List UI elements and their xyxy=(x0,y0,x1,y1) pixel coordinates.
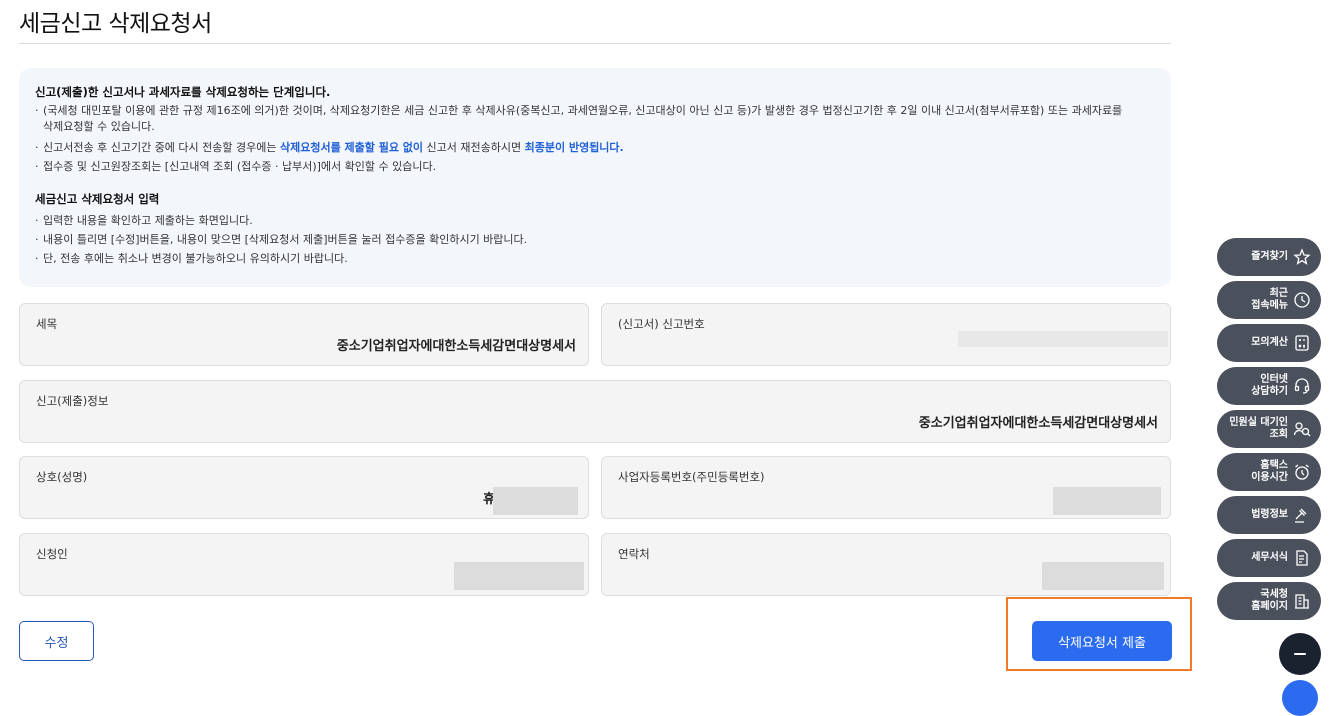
sidebar-item-label: 국세청 홈페이지 xyxy=(1251,589,1288,612)
privacy-mask xyxy=(1053,487,1161,515)
sidebar-item-label: 홈택스 이용시간 xyxy=(1251,460,1288,483)
calculator-icon xyxy=(1293,334,1311,352)
info-bullet-text: (국세청 대민포탈 이용에 관한 규정 제16조에 의거)한 것이며, 삭제요청… xyxy=(43,104,1123,117)
info-bullet: 내용이 틀리면 [수정]버튼을, 내용이 맞으면 [삭제요청서 제출]버튼을 눌… xyxy=(35,230,1155,249)
company-name-field: 상호(성명) 휴 xyxy=(19,456,589,519)
info-bullet: (국세청 대민포탈 이용에 관한 규정 제16조에 의거)한 것이며, 삭제요청… xyxy=(35,103,1155,135)
privacy-mask xyxy=(958,331,1168,347)
gavel-icon xyxy=(1293,506,1311,524)
info-bullet: 단, 전송 후에는 취소나 변경이 불가능하오니 유의하시기 바랍니다. xyxy=(35,249,1155,268)
document-icon xyxy=(1293,549,1311,567)
contact-field: 연락처 xyxy=(601,533,1171,596)
sidebar-item-label: 최근 접속메뉴 xyxy=(1251,288,1288,311)
info-highlight: 삭제요청서를 제출할 필요 없이 xyxy=(280,141,424,154)
info-bullet-text: 삭제요청할 수 있습니다. xyxy=(43,120,155,133)
title-divider xyxy=(19,43,1171,44)
sidebar-item-waiting-lookup[interactable]: 민원실 대기인 조회 xyxy=(1217,410,1321,448)
field-label: 연락처 xyxy=(618,547,650,561)
star-icon xyxy=(1293,248,1311,266)
biz-reg-number-field: 사업자등록번호(주민등록번호) xyxy=(601,456,1171,519)
sidebar-item-recent-menu[interactable]: 최근 접속메뉴 xyxy=(1217,281,1321,319)
sidebar-item-favorites[interactable]: 즐겨찾기 xyxy=(1217,238,1321,276)
info-bullet: 접수증 및 신고원장조회는 [신고내역 조회 (접수증 · 납부서)]에서 확인… xyxy=(35,157,1155,176)
edit-button[interactable]: 수정 xyxy=(19,621,94,661)
field-label: 사업자등록번호(주민등록번호) xyxy=(618,470,765,484)
building-icon xyxy=(1293,592,1311,610)
info-box: 신고(제출)한 신고서나 과세자료를 삭제요청하는 단계입니다. (국세청 대민… xyxy=(19,68,1171,287)
info-section1-title: 신고(제출)한 신고서나 과세자료를 삭제요청하는 단계입니다. xyxy=(35,85,331,99)
info-section2-title: 세금신고 삭제요청서 입력 xyxy=(35,192,160,206)
report-number-field: (신고서) 신고번호 915-2020-2-505057010745 xyxy=(601,303,1171,366)
floating-action-button[interactable] xyxy=(1282,680,1318,716)
report-info-field: 신고(제출)정보 중소기업취업자에대한소득세감면대상명세서 xyxy=(19,380,1171,443)
sidebar-item-online-consult[interactable]: 인터넷 상담하기 xyxy=(1217,367,1321,405)
collapse-sidebar-button[interactable] xyxy=(1279,633,1321,675)
sidebar-item-tax-forms[interactable]: 세무서식 xyxy=(1217,539,1321,577)
privacy-mask xyxy=(1042,562,1164,590)
tax-item-field: 세목 중소기업취업자에대한소득세감면대상명세서 xyxy=(19,303,589,366)
sidebar-item-label: 즐겨찾기 xyxy=(1251,251,1288,262)
clock-icon xyxy=(1293,291,1311,309)
minus-icon xyxy=(1294,653,1306,655)
sidebar-item-label: 모의계산 xyxy=(1251,337,1288,348)
sidebar-item-label: 세무서식 xyxy=(1251,552,1288,563)
field-label: 세목 xyxy=(36,317,58,331)
page-title: 세금신고 삭제요청서 xyxy=(19,11,212,37)
sidebar-item-label: 민원실 대기인 조회 xyxy=(1229,417,1288,440)
sidebar-item-law-info[interactable]: 법령정보 xyxy=(1217,496,1321,534)
field-label: (신고서) 신고번호 xyxy=(618,317,705,331)
sidebar-item-label: 법령정보 xyxy=(1251,509,1288,520)
sidebar-item-hometax-hours[interactable]: 홈택스 이용시간 xyxy=(1217,453,1321,491)
privacy-mask xyxy=(493,487,578,515)
field-label: 신고(제출)정보 xyxy=(36,394,109,408)
info-highlight: 최종분이 반영됩니다. xyxy=(524,141,624,154)
alarm-clock-icon xyxy=(1293,463,1311,481)
privacy-mask xyxy=(454,562,584,590)
submit-deletion-request-button[interactable]: 삭제요청서 제출 xyxy=(1032,621,1172,661)
headset-icon xyxy=(1293,377,1311,395)
info-bullet: 입력한 내용을 확인하고 제출하는 화면입니다. xyxy=(35,211,1155,230)
info-bullet-text: 신고서전송 후 신고기간 중에 다시 전송할 경우에는 xyxy=(43,141,280,154)
report-info-value: 중소기업취업자에대한소득세감면대상명세서 xyxy=(918,416,1158,431)
field-label: 신청인 xyxy=(36,547,68,561)
tax-item-value: 중소기업취업자에대한소득세감면대상명세서 xyxy=(336,339,576,354)
people-search-icon xyxy=(1293,420,1311,438)
info-bullet: 신고서전송 후 신고기간 중에 다시 전송할 경우에는 삭제요청서를 제출할 필… xyxy=(35,138,1155,157)
sidebar-item-nts-homepage[interactable]: 국세청 홈페이지 xyxy=(1217,582,1321,620)
sidebar-item-mock-calculation[interactable]: 모의계산 xyxy=(1217,324,1321,362)
applicant-field: 신청인 xyxy=(19,533,589,596)
info-bullet-text: 신고서 재전송하시면 xyxy=(423,141,525,154)
field-label: 상호(성명) xyxy=(36,470,88,484)
sidebar-item-label: 인터넷 상담하기 xyxy=(1251,374,1288,397)
